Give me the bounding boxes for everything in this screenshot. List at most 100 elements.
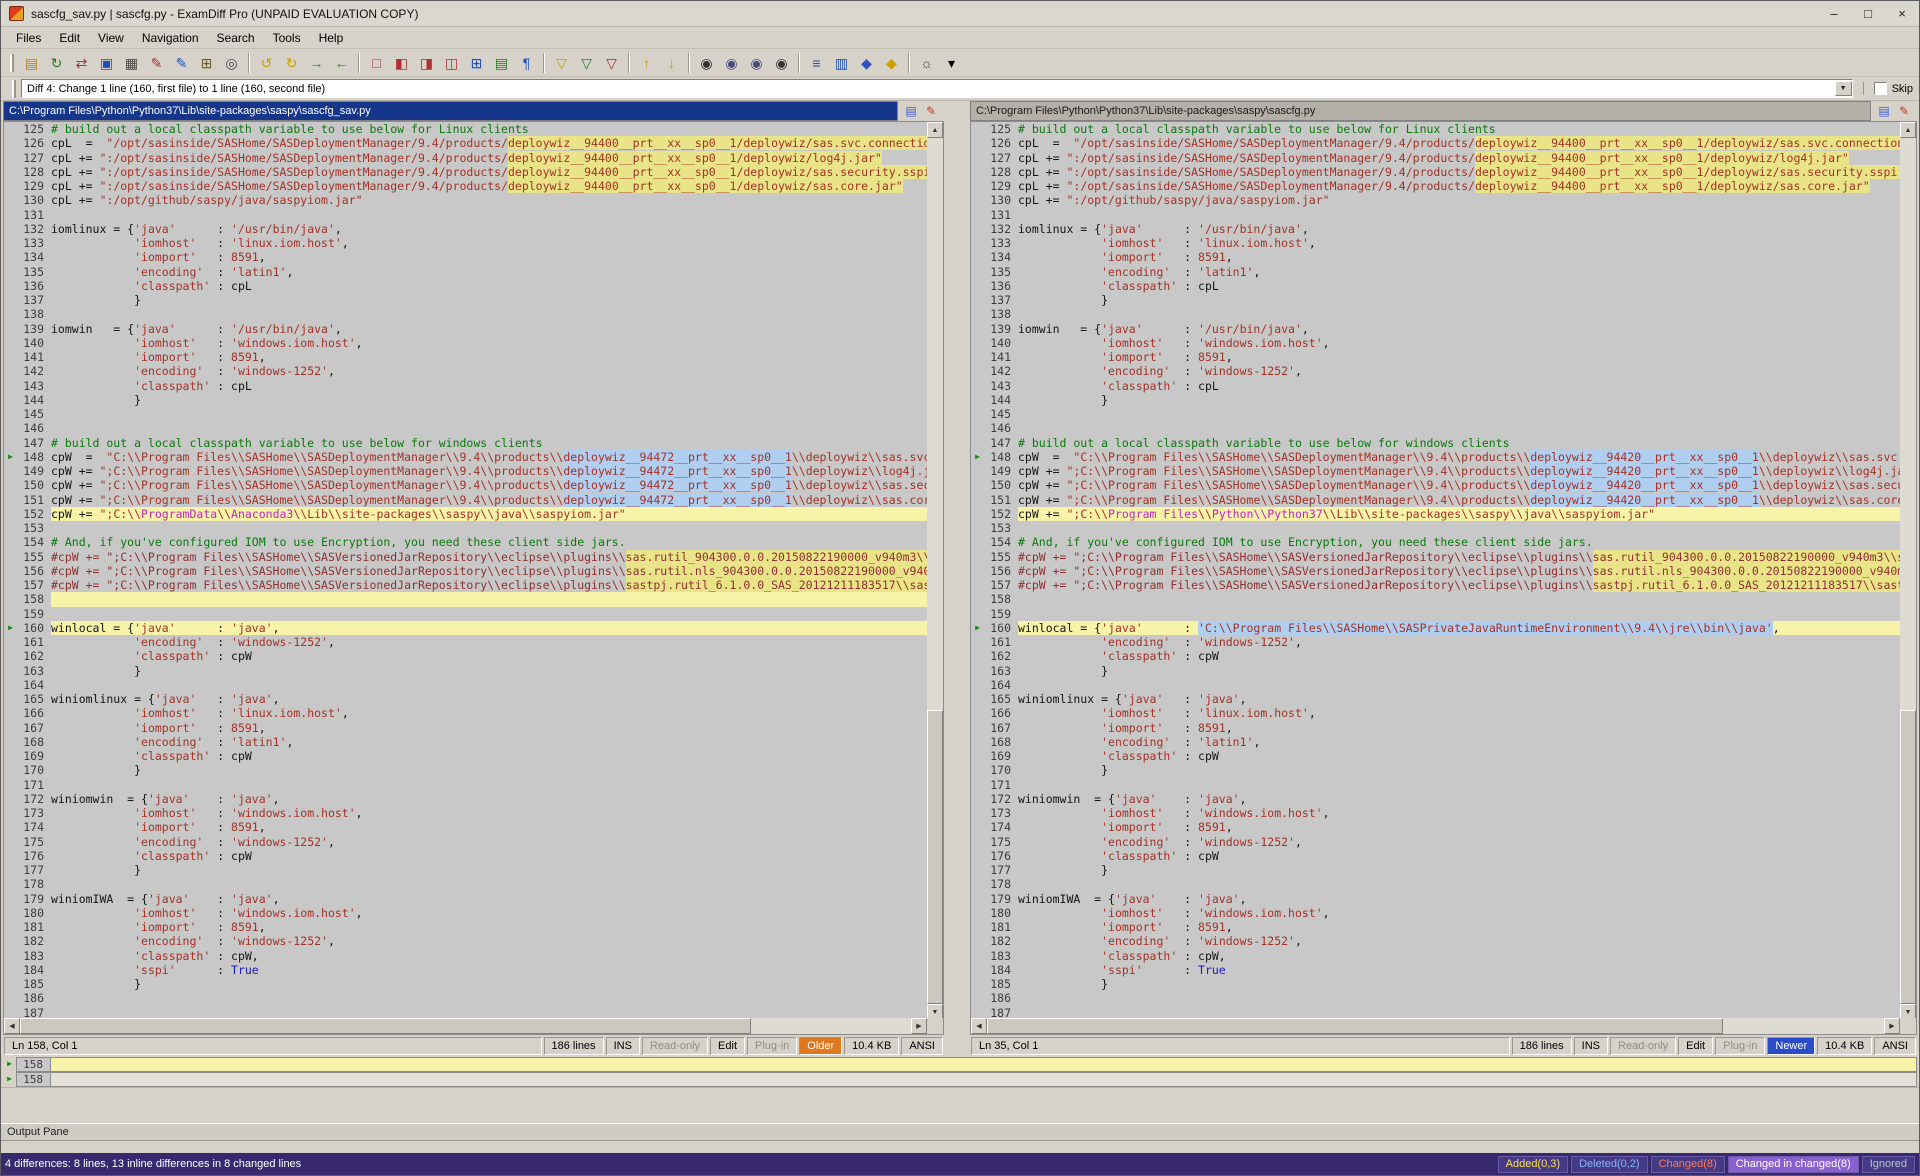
code-line-170[interactable]: 170 }: [4, 763, 927, 777]
report-icon[interactable]: ▥: [829, 51, 854, 75]
scroll-up-icon[interactable]: ▲: [927, 122, 943, 138]
code-line-179[interactable]: 179winiomIWA = {'java' : 'java',: [971, 892, 1900, 906]
code-line-159[interactable]: 159: [4, 607, 927, 621]
code-line-167[interactable]: 167 'iomport' : 8591,: [4, 721, 927, 735]
code-line-151[interactable]: 151cpW += ";C:\\Program Files\\SASHome\\…: [971, 493, 1900, 507]
code-line-137[interactable]: 137 }: [971, 293, 1900, 307]
code-line-173[interactable]: 173 'iomhost' : 'windows.iom.host',: [971, 806, 1900, 820]
go-back-icon[interactable]: ←: [329, 51, 354, 75]
code-line-168[interactable]: 168 'encoding' : 'latin1',: [971, 735, 1900, 749]
code-line-160[interactable]: ▶160winlocal = {'java' : 'C:\\Program Fi…: [971, 621, 1900, 635]
code-line-163[interactable]: 163 }: [4, 664, 927, 678]
code-line-172[interactable]: 172winiomwin = {'java' : 'java',: [971, 792, 1900, 806]
code-line-141[interactable]: 141 'iomport' : 8591,: [4, 350, 927, 364]
prev-diff-search-icon[interactable]: ◉: [719, 51, 744, 75]
word-wrap-icon[interactable]: ¶: [514, 51, 539, 75]
left-horizontal-scrollbar[interactable]: ◀ ▶: [4, 1018, 927, 1034]
print-icon[interactable]: ▦: [119, 51, 144, 75]
code-line-128[interactable]: 128cpL += ":/opt/sasinside/SASHome/SASDe…: [4, 165, 927, 179]
code-line-131[interactable]: 131: [971, 208, 1900, 222]
code-line-152[interactable]: 152cpW += ";C:\\Program Files\\Python\\P…: [971, 507, 1900, 521]
highlight-icon[interactable]: ◆: [879, 51, 904, 75]
redo-icon[interactable]: ↻: [279, 51, 304, 75]
skip-checkbox[interactable]: [1874, 82, 1887, 95]
code-line-163[interactable]: 163 }: [971, 664, 1900, 678]
left-pane-path[interactable]: C:\Program Files\Python\Python37\Lib\sit…: [3, 101, 898, 121]
scroll-up-icon[interactable]: ▲: [1900, 122, 1916, 138]
menu-navigation[interactable]: Navigation: [133, 29, 208, 47]
menu-files[interactable]: Files: [7, 29, 50, 47]
code-line-185[interactable]: 185 }: [4, 977, 927, 991]
code-line-166[interactable]: 166 'iomhost' : 'linux.iom.host',: [971, 706, 1900, 720]
code-line-148[interactable]: ▶148cpW = "C:\\Program Files\\SASHome\\S…: [971, 450, 1900, 464]
code-line-166[interactable]: 166 'iomhost' : 'linux.iom.host',: [4, 706, 927, 720]
right-horizontal-scrollbar[interactable]: ◀ ▶: [971, 1018, 1900, 1034]
code-line-164[interactable]: 164: [4, 678, 927, 692]
code-line-151[interactable]: 151cpW += ";C:\\Program Files\\SASHome\\…: [4, 493, 927, 507]
options-icon[interactable]: ☼: [914, 51, 939, 75]
scrollbar-track[interactable]: [987, 1018, 1884, 1034]
menu-edit[interactable]: Edit: [50, 29, 89, 47]
output-pane-header[interactable]: Output Pane: [1, 1123, 1919, 1141]
left-vertical-scrollbar[interactable]: ▲ ▼: [927, 122, 943, 1020]
code-line-142[interactable]: 142 'encoding' : 'windows-1252',: [4, 364, 927, 378]
code-line-140[interactable]: 140 'iomhost' : 'windows.iom.host',: [971, 336, 1900, 350]
code-line-162[interactable]: 162 'classpath' : cpW: [971, 649, 1900, 663]
code-line-165[interactable]: 165winiomlinux = {'java' : 'java',: [971, 692, 1900, 706]
code-line-165[interactable]: 165winiomlinux = {'java' : 'java',: [4, 692, 927, 706]
code-line-129[interactable]: 129cpL += ":/opt/sasinside/SASHome/SASDe…: [971, 179, 1900, 193]
open-compare-icon[interactable]: ▤: [19, 51, 44, 75]
code-line-138[interactable]: 138: [4, 307, 927, 321]
code-line-133[interactable]: 133 'iomhost' : 'linux.iom.host',: [971, 236, 1900, 250]
right-pane-path[interactable]: C:\Program Files\Python\Python37\Lib\sit…: [970, 101, 1871, 121]
code-line-162[interactable]: 162 'classpath' : cpW: [4, 649, 927, 663]
code-line-130[interactable]: 130cpL += ":/opt/github/saspy/java/saspy…: [4, 193, 927, 207]
show-right-only-icon[interactable]: ◨: [414, 51, 439, 75]
code-line-168[interactable]: 168 'encoding' : 'latin1',: [4, 735, 927, 749]
filter-ignored[interactable]: Ignored: [1862, 1156, 1915, 1173]
code-line-137[interactable]: 137 }: [4, 293, 927, 307]
edit-second-file-icon[interactable]: ✎: [169, 51, 194, 75]
copy-icon[interactable]: ⊞: [194, 51, 219, 75]
code-line-177[interactable]: 177 }: [4, 863, 927, 877]
maximize-button[interactable]: □: [1851, 1, 1885, 26]
menu-tools[interactable]: Tools: [264, 29, 310, 47]
scrollbar-thumb[interactable]: [927, 710, 943, 1004]
scroll-left-icon[interactable]: ◀: [971, 1018, 987, 1034]
code-line-156[interactable]: 156#cpW += ";C:\\Program Files\\SASHome\…: [4, 564, 927, 578]
right-vertical-scrollbar[interactable]: ▲ ▼: [1900, 122, 1916, 1020]
pane-copy-icon[interactable]: ▤: [1874, 102, 1894, 120]
code-line-160[interactable]: ▶160winlocal = {'java' : 'java',: [4, 621, 927, 635]
code-line-171[interactable]: 171: [971, 778, 1900, 792]
code-line-147[interactable]: 147# build out a local classpath variabl…: [4, 436, 927, 450]
code-line-149[interactable]: 149cpW += ";C:\\Program Files\\SASHome\\…: [4, 464, 927, 478]
code-line-186[interactable]: 186: [4, 991, 927, 1005]
code-line-146[interactable]: 146: [4, 421, 927, 435]
code-line-139[interactable]: 139iomwin = {'java' : '/usr/bin/java',: [971, 322, 1900, 336]
code-line-154[interactable]: 154# And, if you've configured IOM to us…: [4, 535, 927, 549]
code-line-127[interactable]: 127cpL += ":/opt/sasinside/SASHome/SASDe…: [4, 151, 927, 165]
code-line-130[interactable]: 130cpL += ":/opt/github/saspy/java/saspy…: [971, 193, 1900, 207]
code-line-176[interactable]: 176 'classpath' : cpW: [4, 849, 927, 863]
code-line-182[interactable]: 182 'encoding' : 'windows-1252',: [4, 934, 927, 948]
last-diff-search-icon[interactable]: ◉: [769, 51, 794, 75]
code-line-175[interactable]: 175 'encoding' : 'windows-1252',: [971, 835, 1900, 849]
menu-view[interactable]: View: [89, 29, 133, 47]
recompare-icon[interactable]: ↻: [44, 51, 69, 75]
code-line-157[interactable]: 157#cpW += ";C:\\Program Files\\SASHome\…: [4, 578, 927, 592]
code-line-150[interactable]: 150cpW += ";C:\\Program Files\\SASHome\\…: [4, 478, 927, 492]
code-line-173[interactable]: 173 'iomhost' : 'windows.iom.host',: [4, 806, 927, 820]
code-line-164[interactable]: 164: [971, 678, 1900, 692]
code-line-134[interactable]: 134 'iomport' : 8591,: [4, 250, 927, 264]
code-line-178[interactable]: 178: [971, 877, 1900, 891]
code-line-180[interactable]: 180 'iomhost' : 'windows.iom.host',: [971, 906, 1900, 920]
code-line-178[interactable]: 178: [4, 877, 927, 891]
code-line-135[interactable]: 135 'encoding' : 'latin1',: [971, 265, 1900, 279]
title-bar[interactable]: sascfg_sav.py | sascfg.py - ExamDiff Pro…: [1, 1, 1919, 27]
go-forward-icon[interactable]: →: [304, 51, 329, 75]
scrollbar-thumb[interactable]: [987, 1018, 1723, 1034]
code-line-140[interactable]: 140 'iomhost' : 'windows.iom.host',: [4, 336, 927, 350]
code-line-155[interactable]: 155#cpW += ";C:\\Program Files\\SASHome\…: [4, 550, 927, 564]
minimize-button[interactable]: –: [1817, 1, 1851, 26]
code-line-126[interactable]: 126cpL = "/opt/sasinside/SASHome/SASDepl…: [971, 136, 1900, 150]
